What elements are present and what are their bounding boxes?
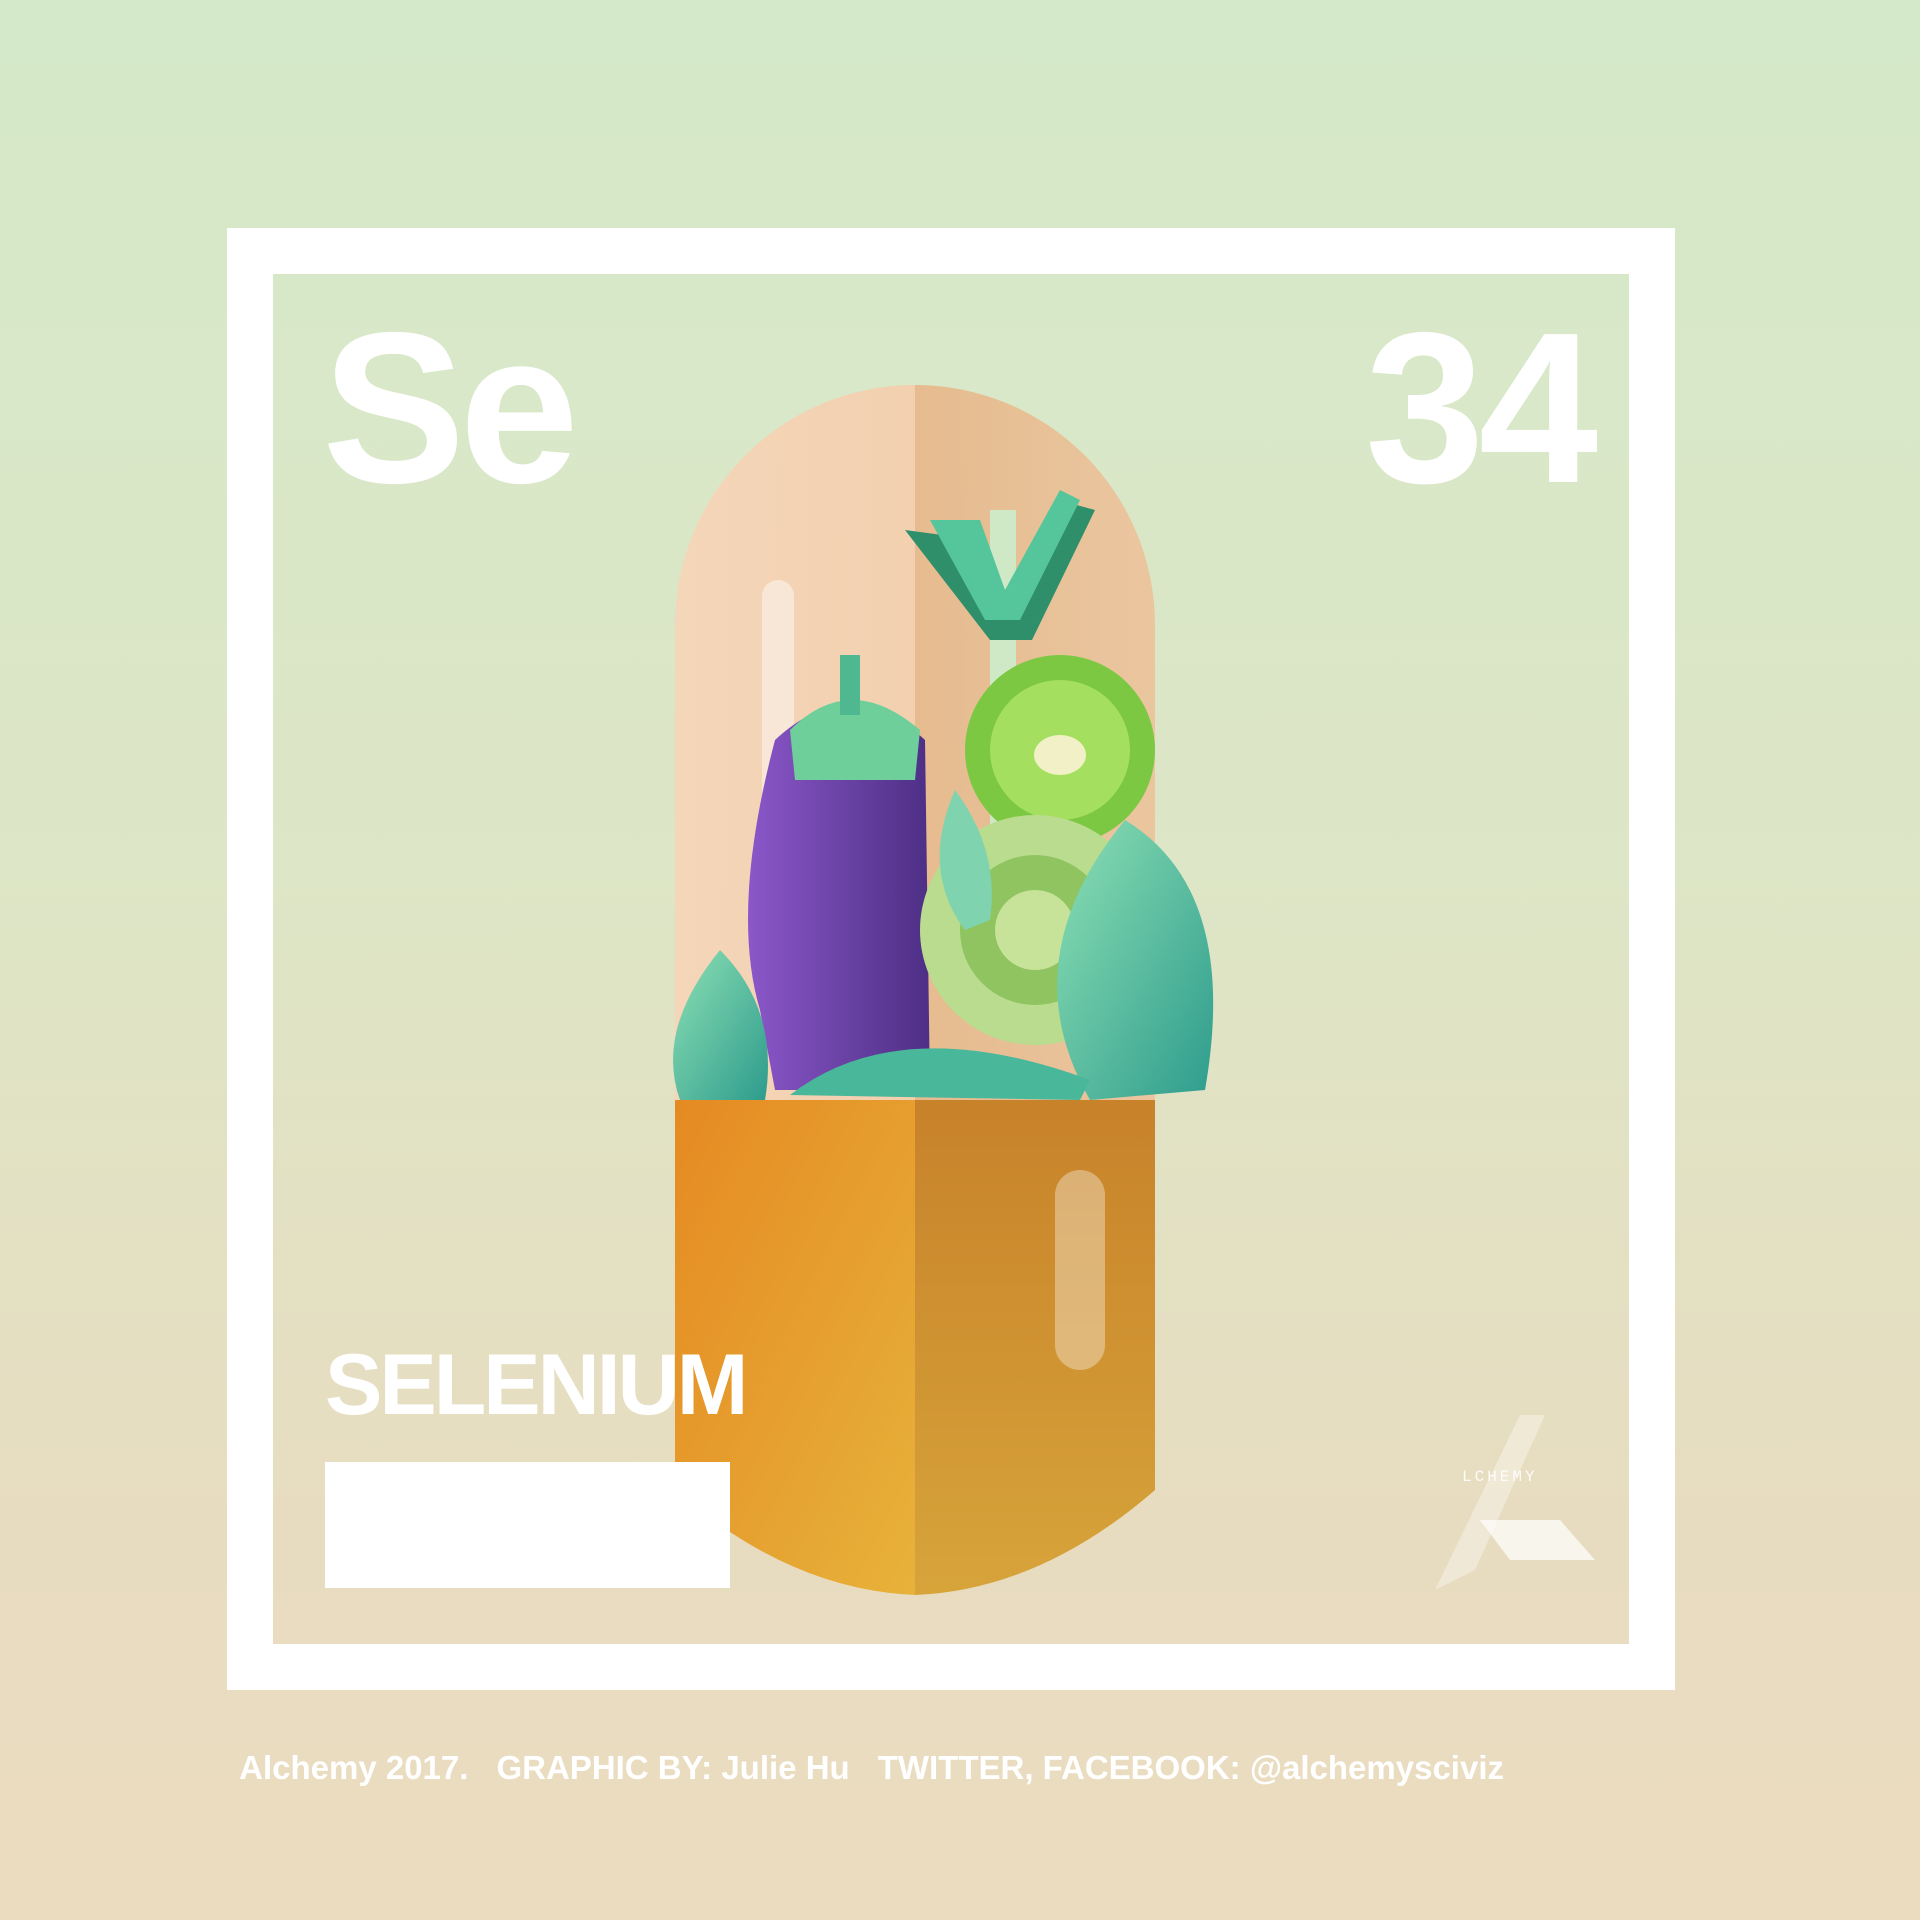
alchemy-logo-icon [1435, 1415, 1595, 1590]
footer-graphic-by: GRAPHIC BY: Julie Hu [496, 1749, 850, 1786]
footer-credit: Alchemy 2017. [239, 1749, 469, 1786]
atomic-number: 34 [1365, 287, 1598, 528]
element-name: SELENIUM [325, 1337, 748, 1433]
footer-social: TWITTER, FACEBOOK: @alchemysciviz [877, 1749, 1504, 1786]
element-name-box [325, 1462, 730, 1588]
footer-credits: Alchemy 2017. GRAPHIC BY: Julie Hu TWITTER… [222, 1718, 1532, 1784]
element-symbol: Se [322, 287, 579, 528]
logo-wordmark: LCHEMY [1462, 1468, 1538, 1486]
